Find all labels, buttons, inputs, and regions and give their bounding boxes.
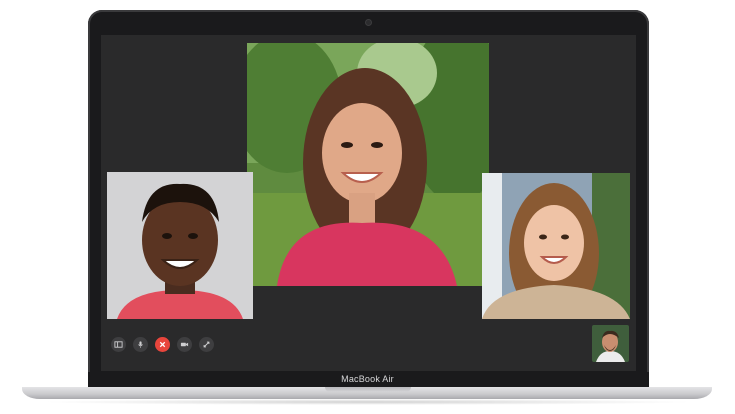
laptop-shadow [40, 399, 695, 405]
sidebar-icon [114, 340, 123, 348]
participant-video-left[interactable] [107, 172, 253, 319]
fullscreen-icon [203, 341, 210, 347]
self-view-image [592, 325, 629, 362]
participant-left-image [107, 172, 253, 319]
fullscreen-button[interactable] [199, 336, 214, 352]
end-call-button[interactable] [155, 336, 170, 352]
video-camera-icon [180, 342, 189, 346]
participant-video-main[interactable] [247, 43, 489, 286]
end-call-icon [159, 341, 166, 347]
participant-right-image [482, 173, 630, 319]
webcam-icon [366, 20, 371, 25]
laptop-opening-notch [325, 387, 411, 392]
microphone-icon [138, 340, 143, 348]
sidebar-toggle-button[interactable] [111, 336, 126, 352]
facetime-window [101, 35, 636, 371]
self-view-thumbnail[interactable] [592, 325, 629, 362]
participant-video-right[interactable] [482, 173, 630, 319]
device-brand-label: MacBook Air [341, 374, 394, 384]
camera-toggle-button[interactable] [177, 336, 192, 352]
participant-main-image [247, 43, 489, 286]
call-controls-bar [111, 336, 214, 352]
mute-button[interactable] [133, 336, 148, 352]
